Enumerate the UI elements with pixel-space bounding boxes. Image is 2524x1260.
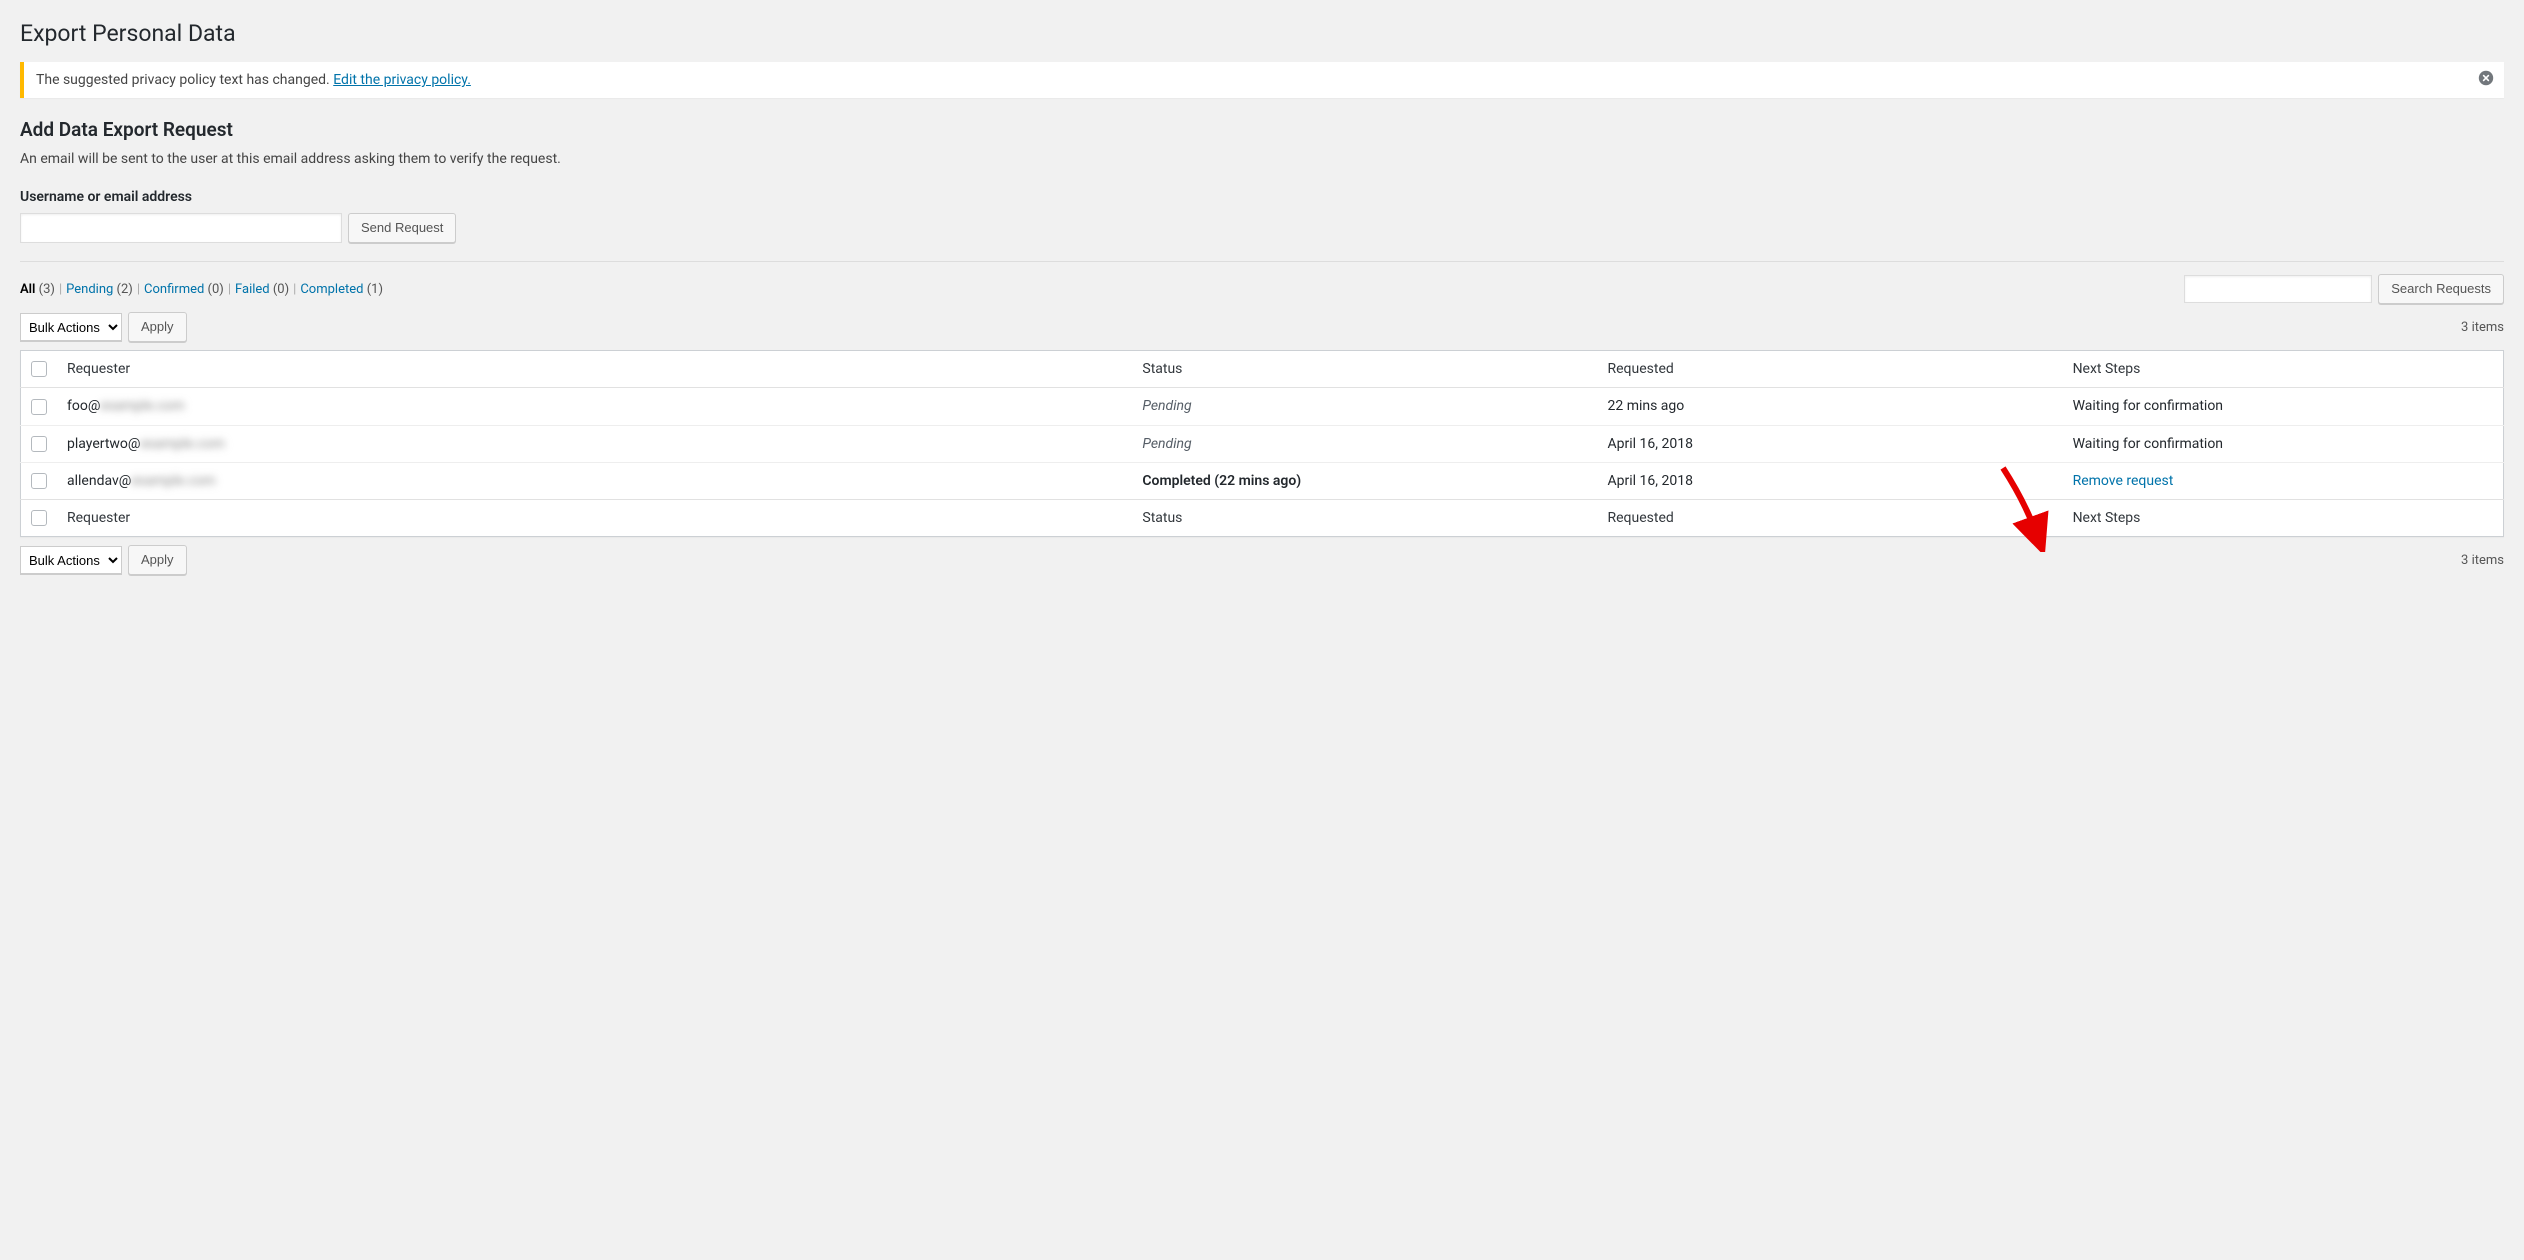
cell-status: Pending bbox=[1132, 388, 1597, 425]
add-request-description: An email will be sent to the user at thi… bbox=[20, 151, 2504, 167]
search-requests-button[interactable]: Search Requests bbox=[2378, 274, 2504, 304]
table-row: allendav@example.comCompleted (22 mins a… bbox=[21, 462, 2504, 499]
filter-failed[interactable]: Failed bbox=[235, 282, 273, 297]
cell-requested: April 16, 2018 bbox=[1597, 462, 2062, 499]
col-requested-foot[interactable]: Requested bbox=[1597, 500, 2062, 537]
redacted-text: example.com bbox=[140, 436, 224, 452]
col-requester[interactable]: Requester bbox=[57, 351, 1132, 388]
filter-pending[interactable]: Pending bbox=[66, 282, 116, 297]
admin-notice: The suggested privacy policy text has ch… bbox=[20, 62, 2504, 98]
bulk-actions-select-top[interactable]: Bulk Actions bbox=[20, 313, 122, 341]
col-next-steps[interactable]: Next Steps bbox=[2063, 351, 2504, 388]
bulk-actions-select-bottom[interactable]: Bulk Actions bbox=[20, 546, 122, 574]
filter-completed[interactable]: Completed bbox=[300, 282, 366, 297]
apply-button-bottom[interactable]: Apply bbox=[128, 545, 187, 575]
status-filter-links: All (3)|Pending (2)|Confirmed (0)|Failed… bbox=[20, 282, 383, 297]
filter-count: (1) bbox=[367, 282, 383, 297]
username-email-label: Username or email address bbox=[20, 189, 2504, 205]
requests-table: Requester Status Requested Next Steps fo… bbox=[20, 350, 2504, 537]
cell-next-steps: Waiting for confirmation bbox=[2063, 425, 2504, 462]
search-requests-input[interactable] bbox=[2184, 275, 2372, 303]
row-checkbox[interactable] bbox=[31, 473, 47, 489]
remove-request-link[interactable]: Remove request bbox=[2073, 473, 2174, 489]
filter-confirmed[interactable]: Confirmed bbox=[144, 282, 208, 297]
select-all-bottom[interactable] bbox=[31, 510, 47, 526]
send-request-button[interactable]: Send Request bbox=[348, 213, 456, 243]
page-title: Export Personal Data bbox=[20, 20, 2504, 47]
table-row: foo@example.comPending22 mins agoWaiting… bbox=[21, 388, 2504, 425]
cell-status: Completed (22 mins ago) bbox=[1132, 462, 1597, 499]
table-row: playertwo@example.comPendingApril 16, 20… bbox=[21, 425, 2504, 462]
items-count-bottom: 3 items bbox=[2461, 553, 2504, 568]
row-checkbox[interactable] bbox=[31, 436, 47, 452]
col-status-foot[interactable]: Status bbox=[1132, 500, 1597, 537]
cell-requester: playertwo@example.com bbox=[57, 425, 1132, 462]
apply-button-top[interactable]: Apply bbox=[128, 312, 187, 342]
cell-next-steps: Remove request bbox=[2063, 462, 2504, 499]
redacted-text: example.com bbox=[131, 473, 215, 489]
cell-requested: 22 mins ago bbox=[1597, 388, 2062, 425]
add-request-heading: Add Data Export Request bbox=[20, 118, 2504, 141]
username-email-input[interactable] bbox=[20, 213, 342, 243]
col-requested[interactable]: Requested bbox=[1597, 351, 2062, 388]
cell-requester: foo@example.com bbox=[57, 388, 1132, 425]
redacted-text: example.com bbox=[100, 398, 184, 414]
cell-next-steps: Waiting for confirmation bbox=[2063, 388, 2504, 425]
filter-all[interactable]: All bbox=[20, 282, 39, 297]
select-all-top[interactable] bbox=[31, 361, 47, 377]
cell-status: Pending bbox=[1132, 425, 1597, 462]
edit-privacy-policy-link[interactable]: Edit the privacy policy. bbox=[333, 72, 471, 88]
col-next-steps-foot[interactable]: Next Steps bbox=[2063, 500, 2504, 537]
filter-count: (0) bbox=[273, 282, 289, 297]
filter-count: (0) bbox=[208, 282, 224, 297]
divider bbox=[20, 261, 2504, 262]
close-icon bbox=[2478, 70, 2494, 86]
row-checkbox[interactable] bbox=[31, 399, 47, 415]
filter-count: (3) bbox=[39, 282, 55, 297]
col-status[interactable]: Status bbox=[1132, 351, 1597, 388]
col-requester-foot[interactable]: Requester bbox=[57, 500, 1132, 537]
cell-requested: April 16, 2018 bbox=[1597, 425, 2062, 462]
dismiss-notice-button[interactable] bbox=[2478, 70, 2494, 90]
cell-requester: allendav@example.com bbox=[57, 462, 1132, 499]
notice-text: The suggested privacy policy text has ch… bbox=[36, 72, 333, 88]
filter-count: (2) bbox=[117, 282, 133, 297]
items-count-top: 3 items bbox=[2461, 320, 2504, 335]
